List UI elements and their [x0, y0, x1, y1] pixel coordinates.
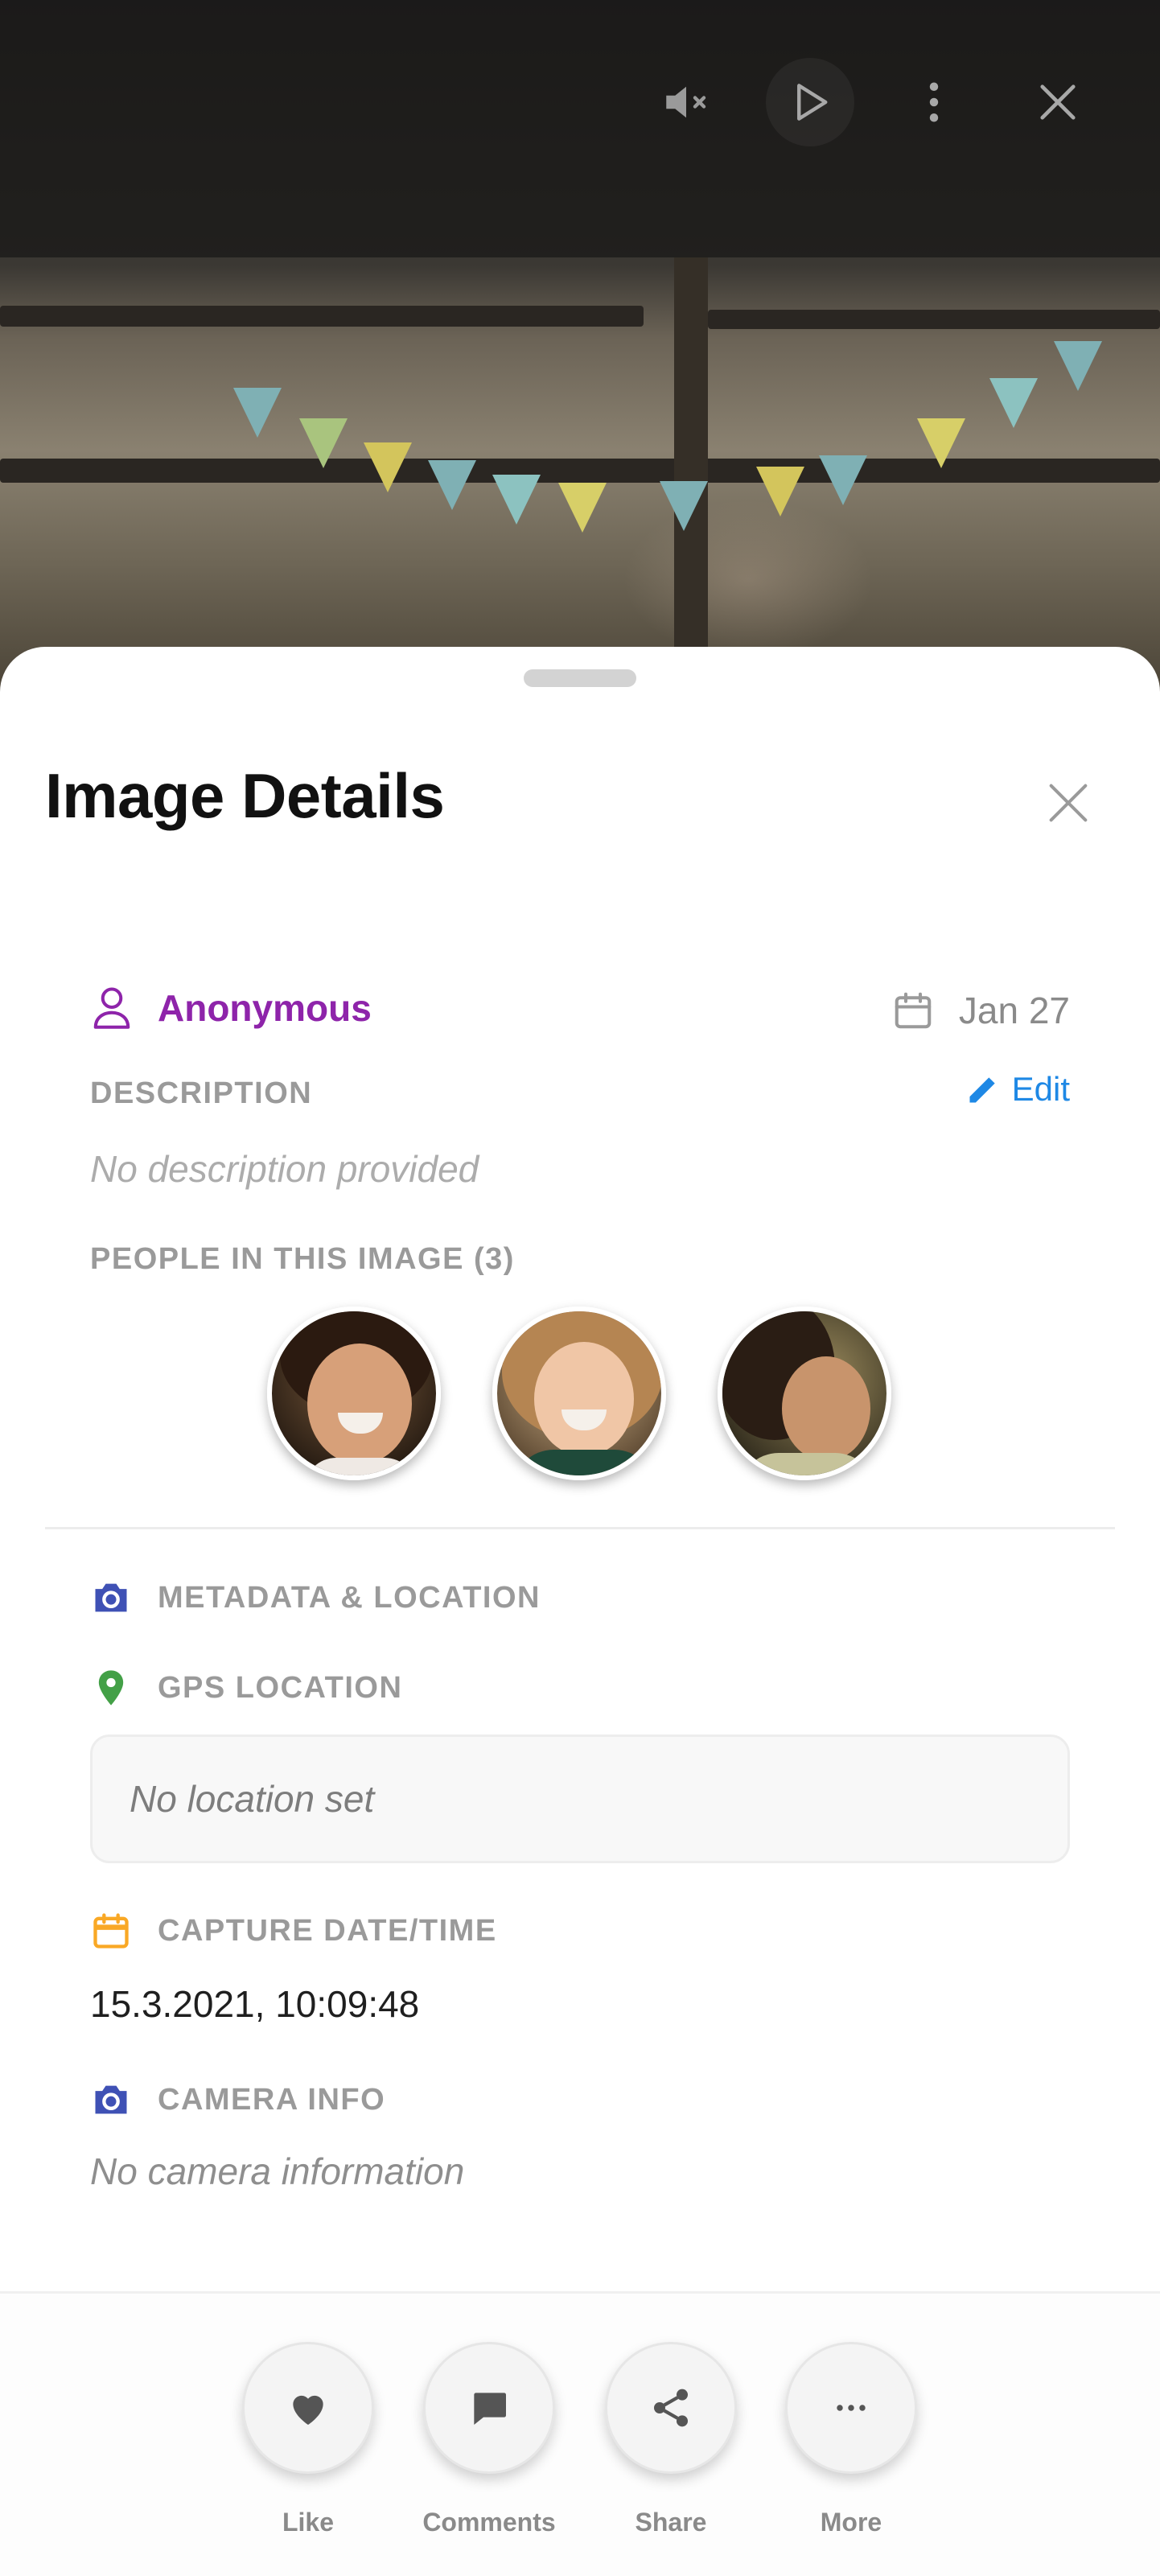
person-avatar[interactable] [267, 1307, 441, 1480]
comments-action[interactable]: Comments [409, 2342, 570, 2551]
date-info: Jan 27 [891, 986, 1070, 1035]
gps-header: GPS LOCATION [90, 1664, 402, 1712]
camera-info-value: No camera information [90, 2150, 465, 2192]
pencil-icon [969, 1077, 995, 1103]
avatar-face [307, 1344, 412, 1464]
description-label: DESCRIPTION [90, 1076, 313, 1110]
share-label: Share [635, 2508, 707, 2537]
section-divider [45, 1527, 1115, 1529]
bunting-flag [756, 467, 804, 516]
like-action[interactable]: Like [228, 2342, 389, 2551]
avatar-face [782, 1356, 870, 1461]
metadata-header: METADATA & LOCATION [90, 1574, 541, 1622]
media-toolbar [0, 0, 1160, 257]
edit-description-button[interactable]: Edit [965, 1070, 1070, 1109]
mute-button[interactable] [642, 58, 730, 146]
author-name[interactable]: Anonymous [158, 986, 372, 1030]
capture-header: CAPTURE DATE/TIME [90, 1907, 497, 1955]
more-label: More [820, 2508, 882, 2537]
description-placeholder: No description provided [90, 1148, 479, 1190]
shelf [708, 310, 1160, 329]
bunting-flag [660, 481, 708, 531]
close-icon [1049, 784, 1088, 822]
capture-label: CAPTURE DATE/TIME [158, 1913, 497, 1948]
person-avatar[interactable] [492, 1307, 666, 1480]
close-viewer-button[interactable] [1014, 58, 1102, 146]
bunting-flag [364, 442, 412, 492]
drag-handle[interactable] [524, 669, 636, 687]
shelf [0, 459, 1160, 483]
gps-value: No location set [130, 1778, 375, 1820]
more-vertical-icon [929, 82, 939, 122]
close-icon [1040, 84, 1076, 120]
play-button[interactable] [766, 58, 854, 146]
share-icon [654, 2389, 688, 2427]
gps-label: GPS LOCATION [158, 1670, 403, 1705]
play-icon [797, 84, 828, 121]
bunting-flag [492, 475, 541, 525]
comments-button[interactable] [423, 2342, 555, 2474]
upload-date: Jan 27 [958, 990, 1070, 1031]
bunting-flag [428, 460, 476, 510]
bunting-flag [917, 418, 965, 468]
person-avatar[interactable] [718, 1307, 891, 1480]
calendar-icon [895, 992, 932, 1029]
like-button[interactable] [242, 2342, 374, 2474]
heart-icon [293, 2395, 323, 2425]
people-label: PEOPLE IN THIS IMAGE (3) [90, 1242, 515, 1276]
bunting-flag [233, 388, 282, 438]
metadata-label: METADATA & LOCATION [158, 1580, 541, 1615]
share-button[interactable] [605, 2342, 737, 2474]
edit-label: Edit [1011, 1070, 1070, 1108]
mute-icon [666, 86, 706, 118]
close-sheet-button[interactable] [1030, 764, 1107, 842]
bunting-flag [819, 455, 867, 505]
camera-icon [95, 2085, 127, 2114]
capture-datetime: 15.3.2021, 10:09:48 [90, 1983, 420, 2025]
location-pin-icon [98, 1670, 124, 1706]
person-icon [93, 987, 130, 1029]
more-options-button[interactable] [890, 58, 978, 146]
shelf [0, 306, 644, 327]
comments-label: Comments [422, 2508, 556, 2537]
camera-header: CAMERA INFO [90, 2076, 385, 2124]
shelf-post [674, 257, 708, 692]
gps-location-field[interactable]: No location set [90, 1734, 1070, 1863]
bunting-flag [299, 418, 348, 468]
camera-label: CAMERA INFO [158, 2082, 386, 2117]
bunting-flag [558, 483, 607, 533]
more-action[interactable]: More [771, 2342, 932, 2551]
like-label: Like [282, 2508, 335, 2537]
camera-icon [95, 1583, 127, 1612]
more-horizontal-icon [837, 2405, 866, 2411]
action-bar: Like Comments Share More [0, 2291, 1160, 2576]
author-row: Anonymous Jan 27 [90, 978, 1070, 1043]
sheet-title: Image Details [45, 760, 445, 831]
more-button[interactable] [785, 2342, 917, 2474]
bunting-flag [1054, 341, 1102, 391]
comment-icon [474, 2393, 506, 2425]
bunting-flag [989, 378, 1038, 428]
share-action[interactable]: Share [590, 2342, 751, 2551]
calendar-icon [93, 1913, 129, 1948]
avatar-face [534, 1342, 634, 1456]
